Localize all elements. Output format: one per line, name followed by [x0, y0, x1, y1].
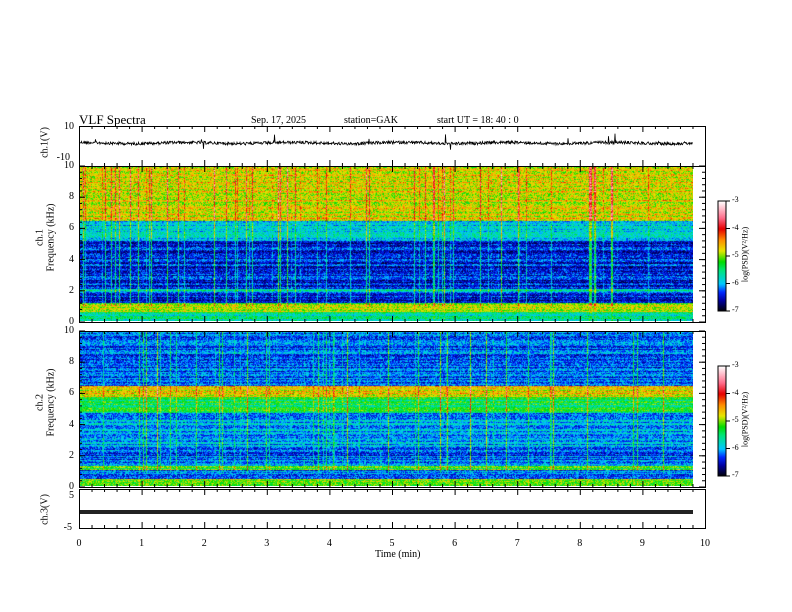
x-tick-label: 10 [700, 538, 710, 549]
y-tick-label: 2 [69, 284, 74, 296]
x-tick-label: 0 [76, 538, 82, 549]
ch2-spec-ylabel: Frequency (kHz) [45, 368, 57, 437]
colorbar-frame [717, 365, 727, 477]
colorbar-tick-label: -6 [732, 442, 739, 452]
x-tick-label: 8 [577, 538, 583, 549]
vlf-spectra-figure: VLF Spectra Sep. 17, 2025 station=GAK st… [0, 0, 792, 612]
y-tick-label: 8 [69, 356, 74, 368]
colorbar-tick-label: -4 [732, 222, 739, 232]
colorbar-tick-label: -6 [732, 277, 739, 287]
colorbar-tick-label: -7 [732, 305, 739, 314]
x-axis-label: Time (min) [375, 549, 421, 560]
ch1-spec-panel-frame [79, 166, 706, 323]
colorbar-tick-label: -7 [732, 470, 739, 479]
axes-layer [79, 126, 730, 529]
x-tick-label: 6 [452, 538, 458, 549]
ch1-ylabel: ch.1(V) [39, 127, 51, 158]
x-tick-label: 4 [326, 538, 332, 549]
ch3-ylabel: ch.3(V) [39, 494, 51, 525]
ch2-spec-ylabel-top: ch.2 [34, 394, 46, 411]
ch3-waveform-line [80, 510, 693, 514]
x-tick-label: 7 [514, 538, 520, 549]
x-tick-label: 3 [264, 538, 270, 549]
x-tick-label: 9 [639, 538, 645, 549]
colorbar-tick-label: -5 [732, 415, 739, 424]
y-tick-label: 4 [69, 418, 74, 430]
y-tick-label: 2 [69, 449, 74, 461]
colorbar-tick-label: -3 [732, 360, 739, 369]
y-tick-label: 10 [64, 325, 74, 336]
y-tick-label: 8 [69, 191, 74, 203]
ch1-spec-ylabel: Frequency (kHz) [45, 203, 57, 272]
colorbar-tick-label: -3 [732, 195, 739, 204]
ch2-spec-panel-frame [79, 331, 706, 488]
x-tick-label: 1 [139, 538, 145, 549]
x-tick-label: 5 [389, 538, 395, 549]
y-tick-label: 5 [69, 490, 74, 501]
y-tick-label: -10 [56, 152, 70, 163]
y-tick-label: 6 [69, 387, 74, 399]
ch1-colorbar-label: log(PSD)(V²/Hz) [740, 226, 750, 283]
ch1-spec-ylabel-top: ch.1 [34, 229, 46, 246]
colorbar-tick-label: -5 [732, 250, 739, 259]
colorbar-tick-label: -4 [732, 387, 739, 397]
y-tick-label: 4 [69, 253, 74, 265]
y-tick-label: 6 [69, 222, 74, 234]
ch1-waveform-line [79, 133, 693, 150]
y-tick-label: 10 [64, 121, 74, 132]
colorbar-frame [717, 200, 727, 312]
ch2-colorbar-label: log(PSD)(V²/Hz) [740, 391, 750, 448]
y-tick-label: -5 [63, 522, 72, 533]
x-tick-label: 2 [201, 538, 207, 549]
